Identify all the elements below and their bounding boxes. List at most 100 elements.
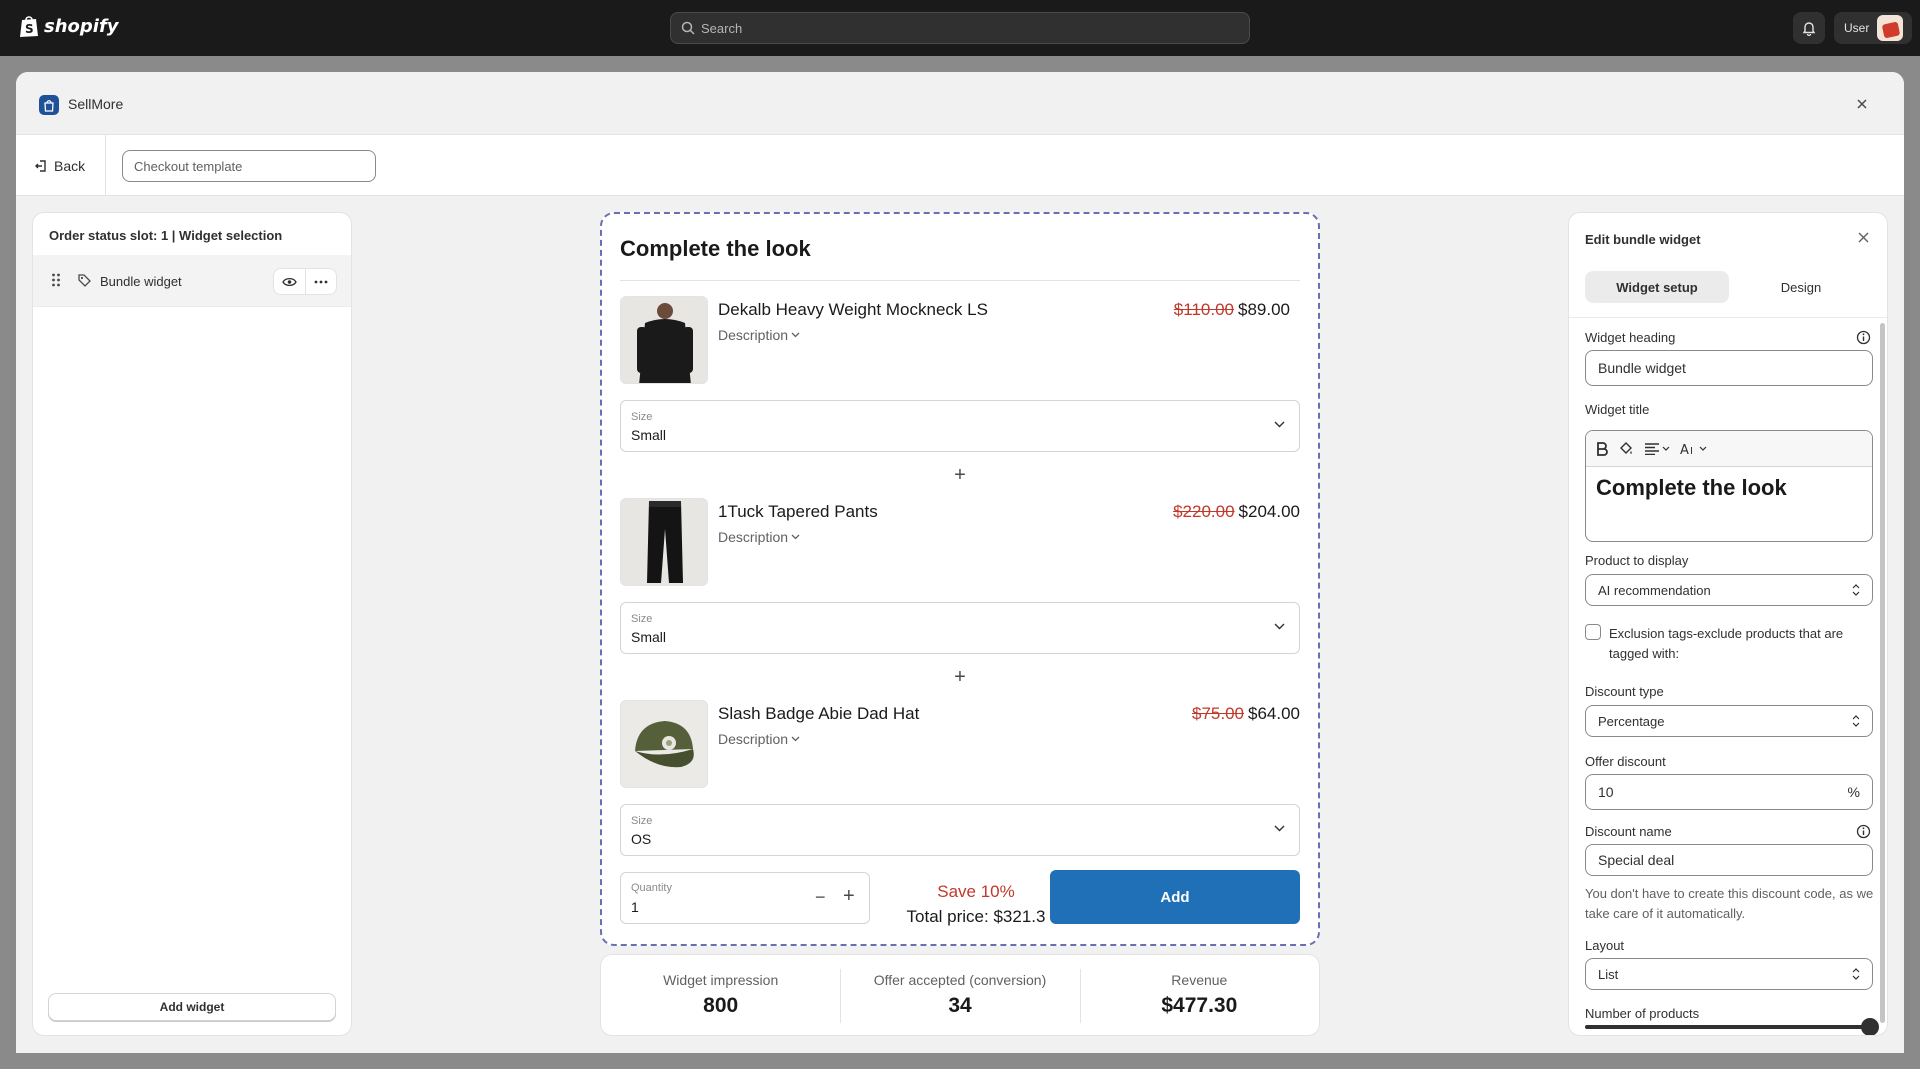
drag-handle-icon[interactable]: [51, 273, 61, 287]
discounted-price: $89.00: [1238, 300, 1290, 319]
search-icon: [681, 21, 695, 35]
visibility-button[interactable]: [274, 269, 306, 294]
exclusion-checkbox[interactable]: [1585, 624, 1601, 640]
settings-form: Widget heading Bundle widget Widget titl…: [1569, 318, 1887, 1035]
tag-icon: [78, 274, 91, 287]
size-value: OS: [631, 831, 652, 847]
text-size-icon[interactable]: AI: [1680, 442, 1708, 456]
stat-label: Offer accepted (conversion): [873, 972, 1047, 988]
sellmore-app-icon: [39, 95, 59, 115]
editor-toolbar: AI: [1586, 431, 1872, 467]
description-toggle[interactable]: Description: [718, 731, 800, 747]
tab-design[interactable]: Design: [1729, 271, 1873, 303]
product-name: 1Tuck Tapered Pants: [718, 502, 878, 521]
description-toggle[interactable]: Description: [718, 327, 800, 343]
widget-title-text[interactable]: Complete the look: [1586, 467, 1872, 509]
align-icon[interactable]: [1644, 442, 1670, 455]
shopify-logo[interactable]: S shopify: [18, 14, 119, 38]
widget-title-editor[interactable]: AI Complete the look: [1585, 430, 1873, 542]
select-value: Percentage: [1598, 713, 1665, 729]
slider-thumb[interactable]: [1861, 1018, 1879, 1035]
quantity-label: Quantity: [631, 882, 672, 894]
info-icon[interactable]: [1856, 330, 1871, 345]
add-widget-button[interactable]: Add widget: [48, 993, 336, 1021]
percent-suffix: %: [1847, 784, 1860, 800]
quantity-value[interactable]: 1: [631, 899, 639, 915]
close-icon[interactable]: [1852, 94, 1872, 114]
chevron-down-icon: [1274, 623, 1285, 630]
size-label: Size: [631, 613, 653, 625]
product-display-label: Product to display: [1585, 553, 1689, 568]
stat-impressions: Widget impression 800: [601, 955, 840, 1035]
widget-preview: Complete the look Dekalb Heavy Weight Mo…: [600, 212, 1320, 946]
offer-discount-value: 10: [1598, 784, 1614, 800]
layout-select[interactable]: List: [1585, 958, 1873, 990]
original-price: $75.00: [1192, 704, 1244, 723]
quantity-stepper[interactable]: Quantity 1 − +: [620, 872, 870, 924]
svg-text:I: I: [1690, 446, 1693, 456]
info-icon[interactable]: [1856, 824, 1871, 839]
product-price: $220.00 $204.00: [1173, 502, 1300, 522]
size-select[interactable]: Size Small: [620, 602, 1300, 654]
increment-button[interactable]: +: [843, 885, 855, 908]
widget-title-label: Widget title: [1585, 402, 1650, 417]
size-select[interactable]: Size Small: [620, 400, 1300, 452]
size-value: Small: [631, 427, 667, 443]
plus-separator: +: [954, 464, 966, 486]
scrollbar[interactable]: [1880, 323, 1885, 1023]
bundle-product-3: Slash Badge Abie Dad Hat Description $75…: [620, 700, 1300, 860]
product-display-select[interactable]: AI recommendation: [1585, 574, 1873, 606]
widget-heading-label: Widget heading: [1585, 330, 1676, 345]
widget-heading-input[interactable]: Bundle widget: [1585, 350, 1873, 386]
edit-widget-panel: Edit bundle widget Widget setup Design W…: [1568, 212, 1888, 1036]
original-price: $110.00: [1173, 300, 1234, 319]
modal-header: SellMore: [16, 72, 1904, 135]
chevron-down-icon: [791, 332, 800, 338]
stat-conversion: Offer accepted (conversion) 34: [840, 955, 1079, 1035]
more-horizontal-icon: [314, 280, 328, 283]
product-price: $110.00 $89.00: [1174, 300, 1290, 320]
select-arrows-icon: [1852, 584, 1860, 596]
bundle-product-1: Dekalb Heavy Weight Mockneck LS Descript…: [620, 296, 1300, 456]
decrement-button[interactable]: −: [815, 887, 826, 908]
discounted-price: $64.00: [1248, 704, 1300, 723]
widget-label: Bundle widget: [100, 274, 182, 289]
fill-color-icon[interactable]: [1618, 441, 1634, 456]
divider: [105, 135, 106, 195]
num-products-label: Number of products: [1585, 1006, 1700, 1021]
preview-title: Complete the look: [620, 236, 811, 261]
total-price: Total price: $321.3: [906, 907, 1046, 926]
size-value: Small: [631, 629, 667, 645]
search-bar[interactable]: Search: [670, 12, 1250, 44]
layout-label: Layout: [1585, 938, 1625, 953]
more-actions-button[interactable]: [306, 269, 337, 294]
user-menu[interactable]: User: [1834, 12, 1912, 44]
svg-text:S: S: [25, 22, 34, 36]
select-arrows-icon: [1852, 968, 1860, 980]
stat-value: $477.30: [1161, 994, 1238, 1017]
offer-discount-label: Offer discount: [1585, 754, 1666, 769]
back-button[interactable]: Back: [34, 153, 85, 179]
add-bundle-button[interactable]: Add: [1050, 870, 1300, 924]
product-image: [620, 296, 708, 384]
divider: [620, 280, 1300, 281]
notifications-button[interactable]: [1793, 12, 1825, 44]
widget-selection-panel: Order status slot: 1 | Widget selection …: [32, 212, 352, 1036]
close-icon[interactable]: [1858, 230, 1869, 248]
description-label: Description: [718, 731, 789, 747]
num-products-slider[interactable]: [1585, 1025, 1873, 1029]
widget-row-bundle[interactable]: Bundle widget: [33, 255, 351, 307]
select-arrows-icon: [1852, 715, 1860, 727]
size-select[interactable]: Size OS: [620, 804, 1300, 856]
bold-icon[interactable]: [1596, 441, 1608, 456]
discount-name-input[interactable]: Special deal: [1585, 844, 1873, 876]
offer-discount-input[interactable]: 10 %: [1585, 774, 1873, 810]
tab-widget-setup[interactable]: Widget setup: [1585, 271, 1729, 303]
select-value: List: [1598, 966, 1619, 982]
avatar: [1877, 15, 1904, 41]
discount-type-select[interactable]: Percentage: [1585, 705, 1873, 737]
user-name: User: [1844, 21, 1870, 35]
description-toggle[interactable]: Description: [718, 529, 800, 545]
widget-stats: Widget impression 800 Offer accepted (co…: [600, 954, 1320, 1036]
template-name-input[interactable]: [122, 150, 376, 182]
